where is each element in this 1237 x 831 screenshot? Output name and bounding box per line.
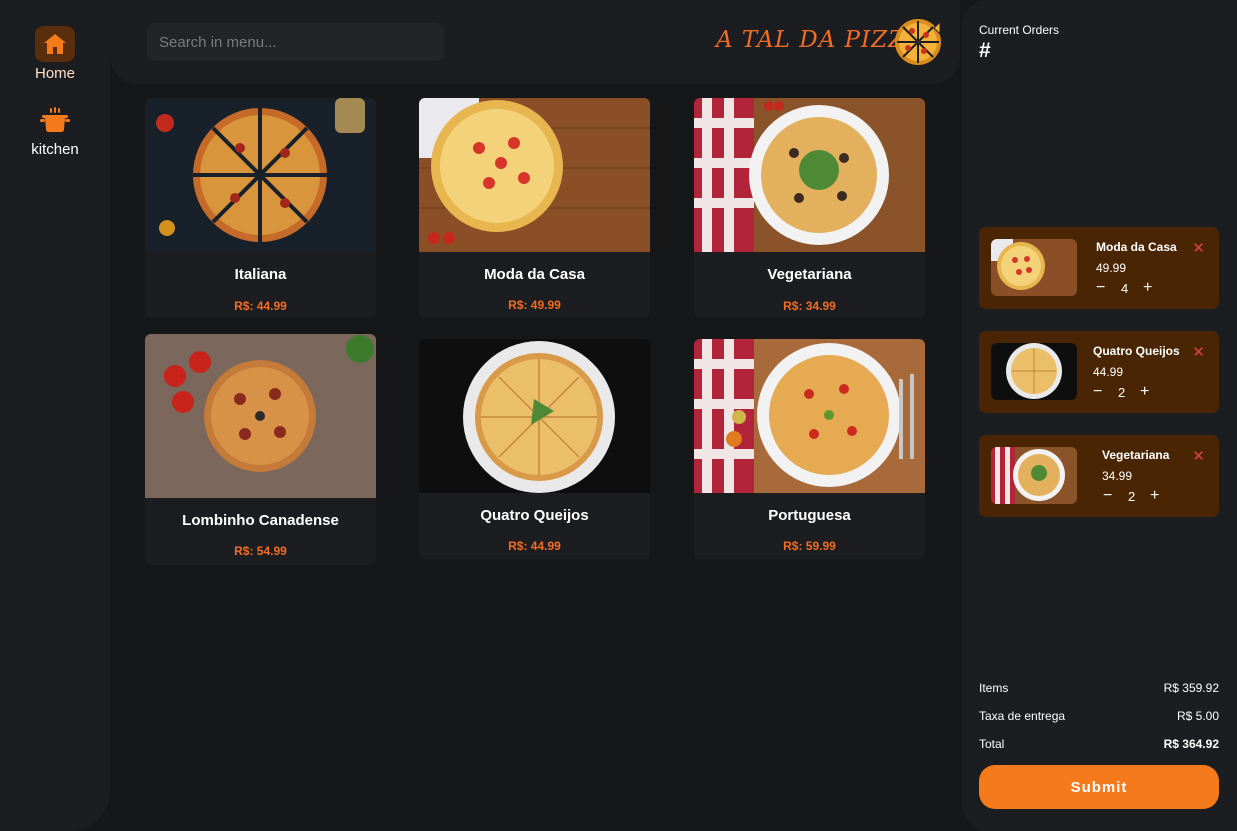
remove-item-icon[interactable]: ✕ [1192,343,1205,361]
summary-total-row: Total R$ 364.92 [979,737,1219,751]
decrease-quantity-button[interactable]: − [1096,280,1105,296]
menu-item-name: Italiana [234,266,287,283]
menu-item-price: R$: 59.99 [783,539,836,553]
menu-card-portuguesa[interactable]: Portuguesa R$: 59.99 [694,339,925,559]
menu-item-price: R$: 44.99 [234,299,287,313]
order-item: Moda da Casa 49.99 − 4 + ✕ [979,227,1219,309]
increase-quantity-button[interactable]: + [1150,488,1159,504]
menu-card-italiana[interactable]: Italiana R$: 44.99 [145,98,376,318]
nav-home[interactable]: Home [0,26,110,82]
nav-home-label: Home [34,65,75,82]
order-item-name: Quatro Queijos [1093,344,1180,358]
search-input[interactable] [147,23,444,61]
order-item-price: 44.99 [1093,365,1124,379]
pizza-image [419,98,650,252]
nav-kitchen[interactable]: kitchen [0,102,110,158]
pizza-image [145,98,376,252]
menu-card-vegetariana[interactable]: Vegetariana R$: 34.99 [694,98,925,318]
cooking-pot-icon [35,102,75,138]
order-item-quantity: 2 [1118,385,1126,400]
summary-delivery-row: Taxa de entrega R$ 5.00 [979,709,1219,723]
nav-kitchen-label: kitchen [31,141,79,158]
order-item: Vegetariana 34.99 − 2 + ✕ [979,435,1219,517]
pizza-image [694,339,925,493]
summary-items-row: Items R$ 359.92 [979,681,1219,695]
menu-card-moda-da-casa[interactable]: Moda da Casa R$: 49.99 [419,98,650,318]
remove-item-icon[interactable]: ✕ [1192,447,1205,465]
brand-title: A TAL DA PIZZA [716,27,923,53]
menu-item-name: Portuguesa [768,507,851,524]
orders-title: Current Orders [979,23,1060,37]
summary-delivery-value: R$ 5.00 [1176,709,1219,723]
increase-quantity-button[interactable]: + [1140,384,1149,400]
pizza-image [419,339,650,493]
pizza-thumbnail [991,239,1077,296]
menu-item-price: R$: 49.99 [508,298,561,312]
pizza-thumbnail [991,343,1077,400]
summary-items-label: Items [979,681,1009,695]
menu-item-price: R$: 44.99 [508,539,561,553]
summary-items-value: R$ 359.92 [1163,681,1219,695]
menu-item-price: R$: 34.99 [783,299,836,313]
top-header: A TAL DA PIZZA [110,0,960,84]
order-item: Quatro Queijos 44.99 − 2 + ✕ [979,331,1219,413]
order-item-name: Vegetariana [1102,448,1170,462]
summary-total-label: Total [979,737,1005,751]
pizza-logo-icon [894,18,942,71]
summary-delivery-label: Taxa de entrega [979,709,1066,723]
order-item-price: 34.99 [1102,469,1133,483]
menu-item-name: Moda da Casa [484,266,585,283]
menu-card-quatro-queijos[interactable]: Quatro Queijos R$: 44.99 [419,339,650,559]
order-number: # [979,39,991,62]
remove-item-icon[interactable]: ✕ [1192,239,1205,257]
increase-quantity-button[interactable]: + [1143,280,1152,296]
pizza-image [694,98,925,252]
home-icon [35,26,75,62]
menu-card-lombinho-canadense[interactable]: Lombinho Canadense R$: 54.99 [145,334,376,565]
order-item-quantity: 2 [1128,489,1136,504]
side-nav: Home kitchen [0,0,110,831]
pizza-thumbnail [991,447,1077,504]
order-item-price: 49.99 [1096,261,1127,275]
menu-item-name: Vegetariana [767,266,852,283]
menu-item-name: Quatro Queijos [480,507,589,524]
order-item-name: Moda da Casa [1096,240,1177,254]
submit-button[interactable]: Submit [979,765,1219,809]
summary-total-value: R$ 364.92 [1163,737,1219,751]
order-item-quantity: 4 [1121,281,1129,296]
menu-item-name: Lombinho Canadense [182,512,339,529]
current-orders-panel: Current Orders # Moda da Casa 49.99 − 4 … [962,0,1237,831]
pizza-image [145,334,376,498]
decrease-quantity-button[interactable]: − [1093,384,1102,400]
menu-item-price: R$: 54.99 [234,544,287,558]
decrease-quantity-button[interactable]: − [1103,488,1112,504]
